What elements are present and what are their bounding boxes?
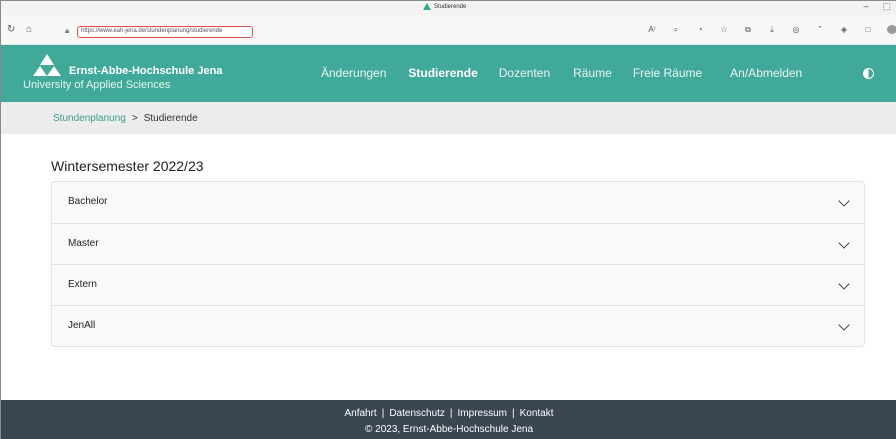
site-footer: Anfahrt | Datenschutz | Impressum | Kont… [1, 400, 896, 439]
chevron-down-icon[interactable] [838, 195, 850, 207]
window-controls: – ⬚ [863, 1, 891, 12]
breadcrumb-bar: Stundenplanung > Studierende [1, 102, 896, 134]
footer-separator: | [511, 408, 515, 419]
nav-freie-raeume[interactable]: Freie Räume [633, 66, 702, 80]
accordion-item-jenall[interactable]: JenAll [52, 305, 864, 346]
footer-link-datenschutz[interactable]: Datenschutz [389, 408, 445, 419]
browser-titlebar: Studierende – ⬚ [1, 1, 896, 15]
footer-separator: | [381, 408, 385, 419]
breadcrumb: Stundenplanung > Studierende [53, 113, 198, 124]
tracking-icon[interactable]: ◔ [695, 25, 705, 36]
accordion-item-master[interactable]: Master [52, 223, 864, 264]
accordion-label: Extern [68, 279, 97, 290]
chevron-down-icon[interactable] [838, 278, 850, 290]
accordion-label: Master [68, 238, 99, 249]
url-text: https://www.eah-jena.de/stundenplanung/s… [81, 28, 223, 34]
copyright-text: © 2023, Ernst-Abbe-Hochschule Jena [364, 424, 534, 435]
chevron-down-icon[interactable] [838, 237, 850, 249]
footer-link-kontakt[interactable]: Kontakt [520, 408, 554, 419]
restore-button[interactable]: ⬚ [882, 1, 891, 12]
breadcrumb-home[interactable]: Stundenplanung [53, 113, 126, 124]
main-navigation: Änderungen Studierende Dozenten Räume Fr… [321, 66, 802, 80]
toolbar-icons: A⁾ ⌕ ◔ ☆ ⧉ ⤓ ◎ ” ◈ □ [647, 25, 896, 36]
nav-an-abmelden[interactable]: An/Abmelden [730, 66, 802, 80]
site-header: Ernst-Abbe-Hochschule Jena University of… [1, 45, 896, 102]
browser-window: Studierende – ⬚ ↻ ⌂ 🔒︎ https://www.eah-j… [0, 0, 896, 439]
accordion-label: Bachelor [68, 196, 108, 207]
home-icon[interactable]: ⌂ [26, 24, 32, 36]
downloads-icon[interactable]: ⤓ [767, 25, 777, 36]
page-title: Wintersemester 2022/23 [51, 158, 204, 174]
university-logo-icon[interactable] [29, 53, 65, 77]
favorite-icon[interactable]: ☆ [719, 25, 729, 36]
read-aloud-icon[interactable]: A⁾ [647, 25, 657, 36]
footer-link-impressum[interactable]: Impressum [458, 408, 507, 419]
logo-subtitle: University of Applied Sciences [23, 79, 171, 91]
favicon-icon [423, 3, 431, 10]
minimize-button[interactable]: – [863, 1, 868, 12]
theme-toggle-icon[interactable] [863, 68, 874, 79]
accordion-item-extern[interactable]: Extern [52, 264, 864, 305]
browser-essentials-icon[interactable]: ◎ [791, 25, 801, 36]
browser-tab[interactable]: Studierende [423, 3, 466, 10]
breadcrumb-separator: > [131, 113, 138, 124]
copilot-icon[interactable]: ◈ [839, 25, 849, 36]
nav-aenderungen[interactable]: Änderungen [321, 66, 386, 80]
logo-name[interactable]: Ernst-Abbe-Hochschule Jena [69, 65, 222, 77]
breadcrumb-current: Studierende [143, 113, 198, 124]
chevron-down-icon[interactable] [838, 319, 850, 331]
lock-icon[interactable]: 🔒︎ [65, 26, 69, 36]
degree-accordion: Bachelor Master Extern JenAll [51, 181, 865, 347]
tab-title: Studierende [434, 3, 467, 10]
quote-icon[interactable]: ” [815, 25, 825, 36]
accordion-item-bachelor[interactable]: Bachelor [52, 182, 864, 223]
address-bar[interactable]: https://www.eah-jena.de/stundenplanung/s… [77, 26, 253, 38]
footer-links: Anfahrt | Datenschutz | Impressum | Kont… [1, 408, 896, 419]
nav-raeume[interactable]: Räume [573, 66, 612, 80]
browser-toolbar: ↻ ⌂ 🔒︎ https://www.eah-jena.de/stundenpl… [1, 15, 896, 45]
footer-link-anfahrt[interactable]: Anfahrt [344, 408, 376, 419]
extensions-icon[interactable]: □ [863, 25, 873, 36]
refresh-icon[interactable]: ↻ [7, 24, 15, 36]
accordion-label: JenAll [68, 320, 96, 331]
nav-dozenten[interactable]: Dozenten [499, 66, 550, 80]
zoom-icon[interactable]: ⌕ [671, 25, 681, 36]
collections-icon[interactable]: ⧉ [743, 25, 753, 36]
nav-studierende[interactable]: Studierende [408, 66, 477, 80]
profile-icon[interactable] [887, 25, 896, 36]
footer-separator: | [449, 408, 453, 419]
